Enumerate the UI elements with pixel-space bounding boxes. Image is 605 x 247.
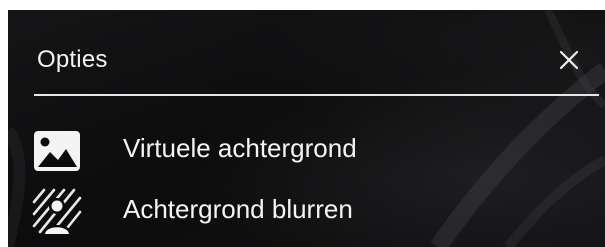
option-blur-background-label: Achtergrond blurren <box>123 194 353 224</box>
screenshot-frame: Opties Virtuele achtergrond Achtergrond … <box>0 0 605 247</box>
image-icon <box>34 131 80 171</box>
options-panel: Opties Virtuele achtergrond Achtergrond … <box>8 10 605 247</box>
close-icon <box>559 50 579 70</box>
close-button[interactable] <box>553 44 585 76</box>
blur-background-icon <box>32 188 82 234</box>
dialog-header: Opties <box>8 10 605 96</box>
dialog-title: Opties <box>37 46 108 73</box>
header-divider <box>34 94 599 96</box>
option-virtual-background-label: Virtuele achtergrond <box>123 133 357 163</box>
option-virtual-background[interactable]: Virtuele achtergrond <box>8 123 605 179</box>
option-blur-background[interactable]: Achtergrond blurren <box>8 184 605 240</box>
